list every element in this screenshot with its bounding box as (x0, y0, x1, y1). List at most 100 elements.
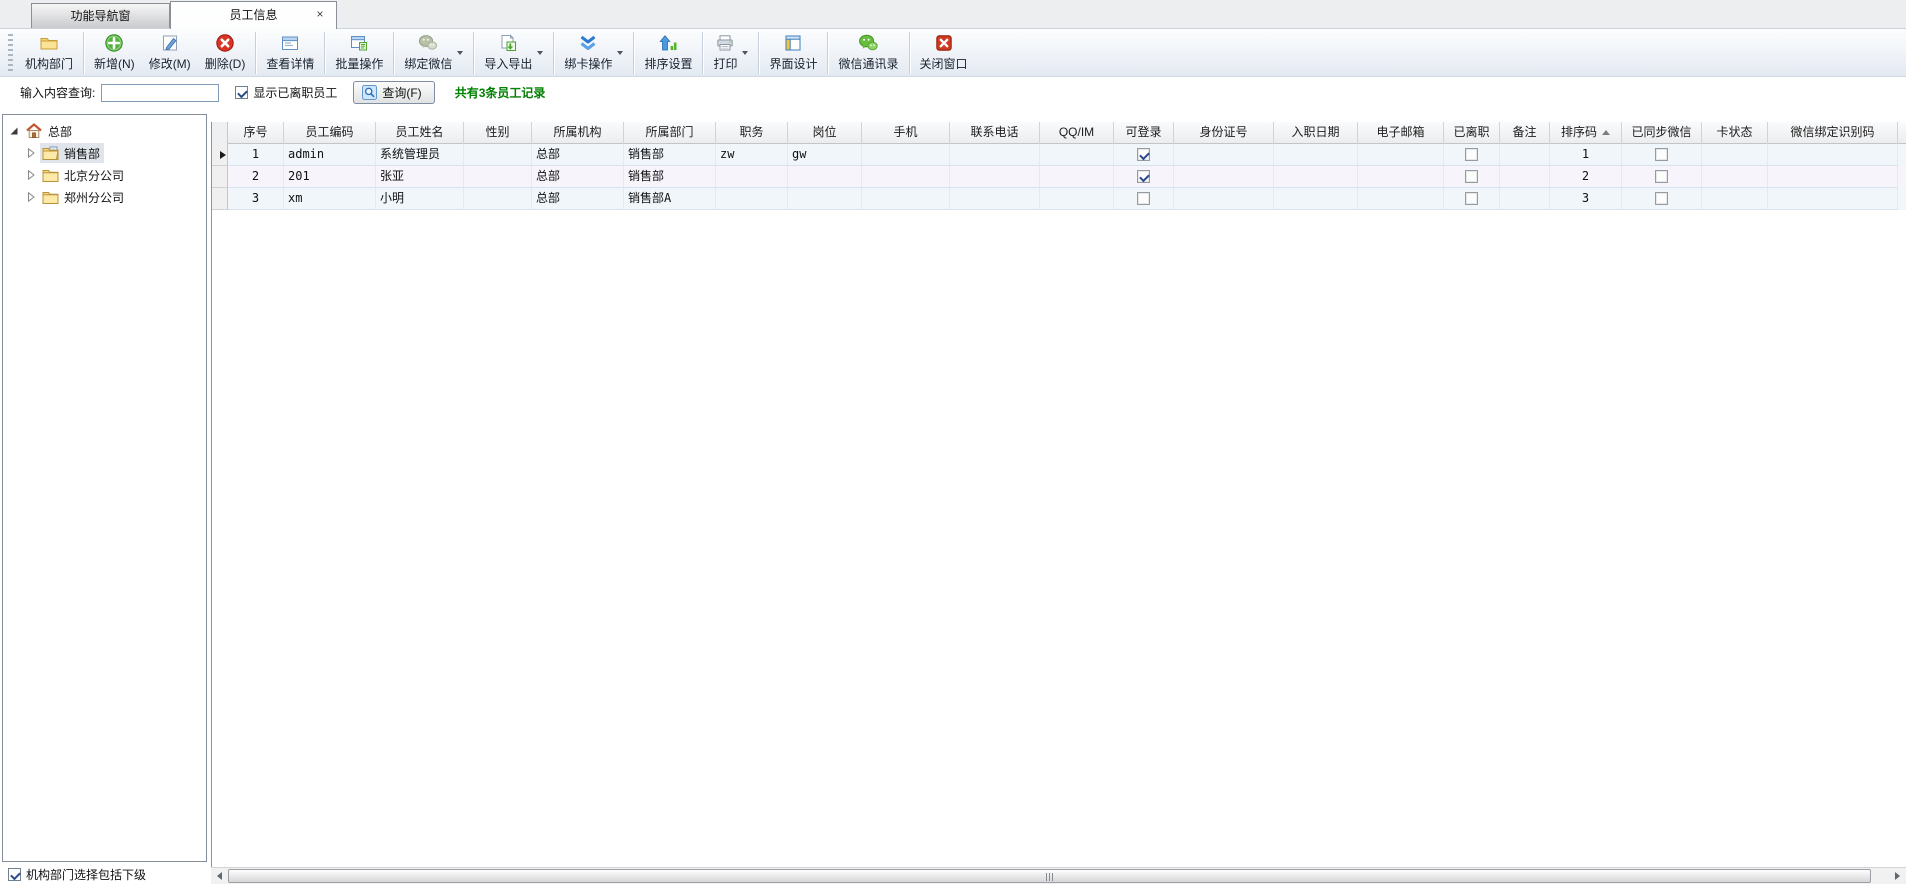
table-cell (1358, 144, 1444, 166)
wechat-contacts-icon (858, 33, 878, 53)
table-row[interactable]: 2201张亚总部销售部2 (212, 166, 1906, 188)
record-count-text: 共有3条员工记录 (455, 84, 546, 101)
horizontal-scrollbar[interactable] (211, 867, 1906, 884)
expander-collapsed-icon[interactable] (26, 192, 36, 202)
checkbox-unchecked[interactable] (1465, 192, 1478, 205)
search-input[interactable] (101, 84, 219, 102)
show-resigned-label: 显示已离职员工 (253, 84, 337, 101)
toolbar-button[interactable]: 打印 (706, 31, 755, 75)
column-header[interactable]: 电子邮箱 (1358, 122, 1444, 144)
column-header[interactable]: 员工姓名 (376, 122, 464, 144)
table-cell (1040, 144, 1114, 166)
close-window-icon (934, 33, 954, 53)
checkbox-checked[interactable] (1137, 170, 1150, 183)
table-row[interactable]: 3xm小明总部销售部A3 (212, 188, 1906, 210)
tree-item[interactable]: 销售部 (3, 142, 206, 164)
column-header-label: 入职日期 (1291, 125, 1339, 139)
column-header[interactable]: 岗位 (788, 122, 862, 144)
toolbar-button[interactable]: 绑定微信 (397, 31, 470, 75)
column-header[interactable]: 职务 (716, 122, 788, 144)
column-header-label: 员工编码 (305, 125, 353, 139)
toolbar-button[interactable]: 关闭窗口 (913, 31, 975, 75)
delete-icon (215, 33, 235, 53)
column-header[interactable]: 序号 (228, 122, 284, 144)
dropdown-arrow-icon[interactable] (742, 51, 748, 55)
tree-item[interactable]: 郑州分公司 (3, 186, 206, 208)
checkbox-unchecked[interactable] (1137, 192, 1150, 205)
toolbar-button[interactable]: 删除(D) (198, 31, 253, 75)
toolbar-grip[interactable] (8, 34, 13, 72)
toolbar-button[interactable]: 新增(N) (87, 31, 142, 75)
column-header[interactable]: 已同步微信 (1622, 122, 1702, 144)
show-resigned-checkbox[interactable] (235, 86, 248, 99)
column-header[interactable]: 已离职 (1444, 122, 1500, 144)
toolbar-button[interactable]: 批量操作 (328, 31, 390, 75)
tab-close-icon[interactable]: × (313, 8, 327, 22)
column-header[interactable]: 性别 (464, 122, 532, 144)
column-header[interactable]: 排序码 (1550, 122, 1622, 144)
checkbox-unchecked[interactable] (1655, 148, 1668, 161)
column-header-label: 联系电话 (970, 125, 1018, 139)
checkbox-unchecked[interactable] (1655, 170, 1668, 183)
dropdown-arrow-icon[interactable] (537, 51, 543, 55)
edit-icon (160, 33, 180, 53)
table-cell: 1 (228, 144, 284, 166)
column-header[interactable]: 所属机构 (532, 122, 624, 144)
toolbar-button[interactable]: 修改(M) (142, 31, 198, 75)
scrollbar-thumb[interactable] (228, 869, 1871, 883)
column-header[interactable]: 手机 (862, 122, 950, 144)
toolbar-button[interactable]: 查看详情 (259, 31, 321, 75)
table-cell: 销售部 (624, 144, 716, 166)
toolbar-button[interactable]: 机构部门 (18, 31, 80, 75)
column-header[interactable]: 微信绑定识别码 (1768, 122, 1898, 144)
toolbar-button[interactable]: 排序设置 (637, 31, 699, 75)
checkbox-unchecked[interactable] (1465, 148, 1478, 161)
batch-icon (349, 33, 369, 53)
toolbar-button-label: 关闭窗口 (920, 55, 968, 72)
scroll-right-button[interactable] (1889, 868, 1906, 884)
column-header-label: QQ/IM (1059, 125, 1094, 139)
scroll-left-arrow-icon (217, 872, 222, 880)
checkbox-unchecked[interactable] (1465, 170, 1478, 183)
detail-icon (280, 33, 300, 53)
checkbox-cell (1444, 188, 1500, 210)
expander-collapsed-icon[interactable] (26, 170, 36, 180)
expander-collapsed-icon[interactable] (26, 148, 36, 158)
tab-function-nav[interactable]: 功能导航窗 (31, 3, 170, 28)
scroll-left-button[interactable] (211, 868, 228, 884)
toolbar-button[interactable]: 绑卡操作 (557, 31, 630, 75)
expander-expanded-icon[interactable] (9, 126, 19, 136)
toolbar-separator (758, 32, 759, 74)
tab-employee-info[interactable]: 员工信息 × (170, 1, 337, 29)
toolbar-button[interactable]: 微信通讯录 (831, 31, 905, 75)
tree-item[interactable]: 总部 (3, 120, 206, 142)
tree-item[interactable]: 北京分公司 (3, 164, 206, 186)
column-header[interactable]: 备注 (1500, 122, 1550, 144)
sort-ascending-icon (1602, 130, 1610, 135)
column-header[interactable]: 员工编码 (284, 122, 376, 144)
column-header-label: 身份证号 (1199, 125, 1247, 139)
dropdown-arrow-icon[interactable] (617, 51, 623, 55)
employee-grid: 序号 员工编码 员工姓名性别所属机构所属部门职务岗位手机 联系电话 QQ/IM 可登录 身份… (211, 122, 1906, 867)
toolbar-button[interactable]: 界面设计 (762, 31, 824, 75)
table-cell (862, 166, 950, 188)
column-header[interactable]: 联系电话 (950, 122, 1040, 144)
column-header[interactable]: 所属部门 (624, 122, 716, 144)
dropdown-arrow-icon[interactable] (457, 51, 463, 55)
table-row[interactable]: 1admin系统管理员总部销售部zwgw1 (212, 144, 1906, 166)
include-sub-dept-checkbox[interactable] (8, 868, 21, 881)
column-header[interactable]: 身份证号 (1174, 122, 1274, 144)
checkbox-checked[interactable] (1137, 148, 1150, 161)
table-cell (1768, 166, 1898, 188)
column-header[interactable]: QQ/IM (1040, 122, 1114, 144)
column-header[interactable]: 可登录 (1114, 122, 1174, 144)
column-header[interactable]: 入职日期 (1274, 122, 1358, 144)
toolbar-button[interactable]: 导入导出 (477, 31, 550, 75)
query-button[interactable]: 查询(F) (353, 81, 434, 104)
checkbox-unchecked[interactable] (1655, 192, 1668, 205)
toolbar-separator (702, 32, 703, 74)
toolbar-separator (909, 32, 910, 74)
column-header-label: 序号 (243, 125, 267, 139)
column-header[interactable]: 卡状态 (1702, 122, 1768, 144)
table-cell (1702, 166, 1768, 188)
